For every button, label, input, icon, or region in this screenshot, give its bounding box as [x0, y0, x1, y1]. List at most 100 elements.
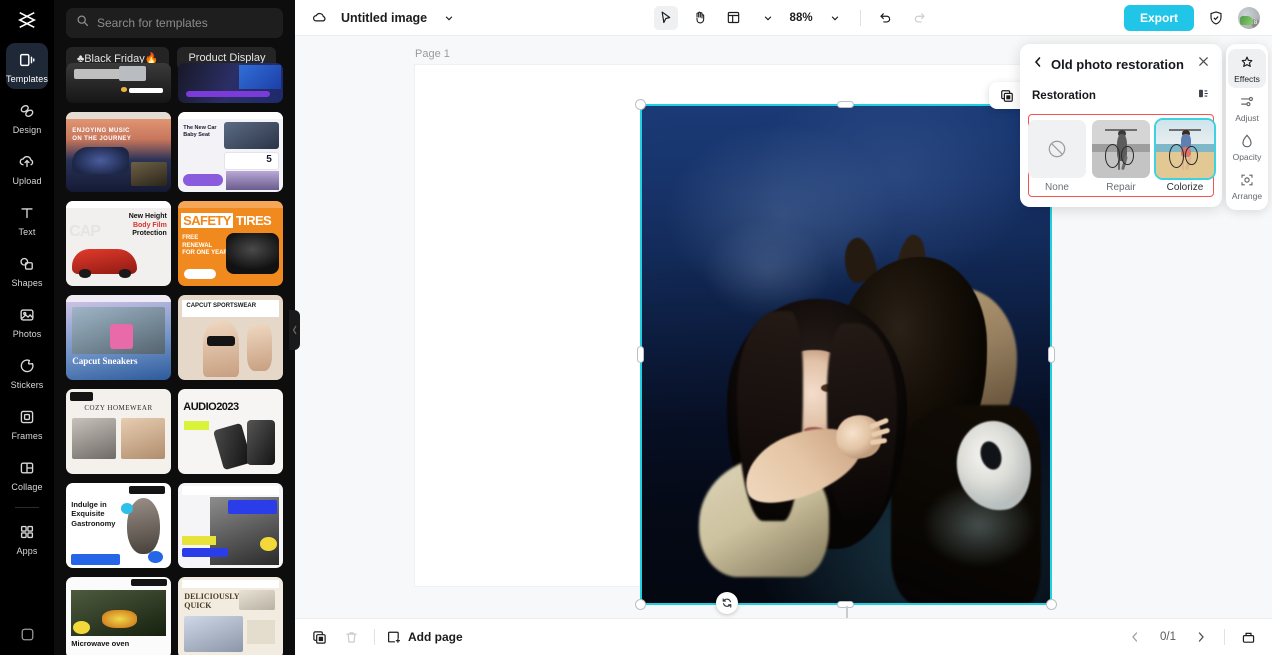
sidebar-item-shapes[interactable]: Shapes	[6, 247, 48, 293]
template-card[interactable]: The New Car Baby Seat 5	[178, 112, 283, 192]
panel-top: ♣Black Friday🔥 Product Display 🌅 Th	[54, 0, 295, 70]
sidebar-item-stickers[interactable]: Stickers	[6, 349, 48, 395]
shield-check-icon[interactable]	[1204, 6, 1228, 30]
template-card[interactable]: ENJOYING MUSIC ON THE JOURNEY	[66, 112, 171, 192]
template-card[interactable]: Microwave oven	[66, 577, 171, 655]
lower-mist	[899, 465, 1051, 585]
apps-icon	[17, 522, 37, 542]
restoration-option-none[interactable]: None	[1028, 120, 1086, 193]
tool-arrange[interactable]: Arrange	[1228, 166, 1266, 205]
cloud-save-icon[interactable]	[307, 6, 331, 30]
template-card[interactable]: Indulge in Exquisite Gastronomy	[66, 483, 171, 568]
template-card[interactable]: Capcut Sneakers	[66, 295, 171, 380]
sidebar-item-label: Text	[18, 227, 36, 237]
restoration-options-highlight: None Repair Colorize	[1028, 114, 1214, 197]
back-chevron-left-icon[interactable]	[1032, 55, 1044, 73]
compare-icon[interactable]	[1197, 87, 1210, 105]
top-toolbar: Untitled image 88% Export 8	[295, 0, 1272, 36]
cursor-select-tool[interactable]	[653, 5, 678, 30]
arrange-icon	[1241, 174, 1253, 186]
zoom-level[interactable]: 88%	[790, 12, 813, 24]
opacity-drop-icon	[1242, 134, 1252, 148]
collapse-panel-handle[interactable]	[289, 310, 300, 350]
artwork-image[interactable]	[641, 105, 1051, 604]
rotate-handle-icon[interactable]	[716, 592, 738, 614]
add-page-icon	[388, 631, 401, 643]
capcut-logo-icon[interactable]	[0, 2, 54, 38]
duplicate-icon[interactable]	[996, 85, 1018, 107]
search-input[interactable]	[97, 16, 273, 30]
export-button[interactable]: Export	[1124, 4, 1195, 31]
layout-chevron-down-icon[interactable]	[756, 6, 780, 30]
help-icon[interactable]	[0, 626, 54, 643]
sidebar-item-label: Stickers	[10, 380, 44, 390]
user-avatar[interactable]: 8	[1238, 6, 1261, 29]
delete-page-icon[interactable]	[339, 625, 363, 649]
sidebar-item-frames[interactable]: Frames	[6, 400, 48, 446]
add-page-label: Add page	[408, 630, 463, 644]
tool-adjust[interactable]: Adjust	[1228, 88, 1266, 127]
search-box[interactable]	[66, 8, 283, 38]
frames-icon	[17, 407, 37, 427]
layout-grid-tool[interactable]	[722, 6, 746, 30]
undo-button[interactable]	[874, 6, 898, 30]
adjust-sliders-icon	[1241, 96, 1253, 107]
restoration-option-repair[interactable]: Repair	[1092, 120, 1150, 193]
restoration-option-colorize[interactable]: Colorize	[1156, 120, 1214, 193]
sidebar-item-label: Upload	[12, 176, 42, 186]
restoration-section-header: Restoration	[1020, 87, 1222, 105]
tool-opacity[interactable]: Opacity	[1228, 127, 1266, 166]
template-card[interactable]: New Height Body Film Protection CAP	[66, 201, 171, 286]
template-card[interactable]: CAPCUT SPORTSWEAR	[178, 295, 283, 380]
color-photo-thumb	[1156, 120, 1214, 178]
template-card[interactable]	[178, 63, 283, 103]
template-card[interactable]: DELICIOUSLY QUICK	[178, 577, 283, 655]
document-title[interactable]: Untitled image	[341, 11, 427, 25]
right-tools-toolbar: Effects Adjust Opacity Arrange	[1226, 44, 1268, 210]
prev-page-button[interactable]	[1123, 625, 1147, 649]
template-card[interactable]	[66, 63, 171, 103]
rail-divider	[15, 507, 39, 508]
sidebar-item-collage[interactable]: Collage	[6, 451, 48, 497]
close-icon[interactable]	[1197, 55, 1210, 73]
template-card[interactable]: COZY HOMEWEAR	[66, 389, 171, 474]
panel-header: Old photo restoration	[1020, 55, 1222, 73]
pages-panel-icon[interactable]	[1236, 625, 1260, 649]
chevron-down-icon[interactable]	[437, 6, 461, 30]
redo-button[interactable]	[908, 6, 932, 30]
template-card[interactable]: SAFETY TIRES FREE RENEWAL FOR ONE YEAR	[178, 201, 283, 286]
collage-icon	[17, 458, 37, 478]
tool-label: Opacity	[1232, 152, 1262, 162]
sidebar-item-upload[interactable]: Upload	[6, 145, 48, 191]
sidebar-item-label: Frames	[11, 431, 43, 441]
sidebar-item-design[interactable]: Design	[6, 94, 48, 140]
old-photo-restoration-panel: Old photo restoration Restoration None R…	[1020, 44, 1222, 207]
sidebar-item-label: Collage	[11, 482, 43, 492]
tool-effects[interactable]: Effects	[1228, 49, 1266, 88]
zoom-chevron-down-icon[interactable]	[823, 6, 847, 30]
add-page-button[interactable]: Add page	[386, 630, 463, 645]
sidebar-item-label: Templates	[6, 74, 48, 84]
next-page-button[interactable]	[1189, 625, 1213, 649]
sidebar-item-text[interactable]: Text	[6, 196, 48, 242]
avatar-badge: 8	[1251, 18, 1261, 28]
template-card[interactable]	[178, 483, 283, 568]
tool-label: Effects	[1234, 74, 1260, 84]
stickers-icon	[17, 356, 37, 376]
toolbar-divider	[859, 9, 861, 26]
template-card[interactable]: AUDIO2023	[178, 389, 283, 474]
templates-panel: ♣Black Friday🔥 Product Display 🌅 Th ENJO…	[54, 0, 295, 655]
duplicate-page-icon[interactable]	[307, 625, 331, 649]
page-label: Page 1	[415, 48, 450, 60]
hand-pan-tool[interactable]	[688, 6, 712, 30]
sidebar-item-templates[interactable]: Templates	[6, 43, 48, 89]
text-icon	[17, 203, 37, 223]
sidebar-item-photos[interactable]: Photos	[6, 298, 48, 344]
restoration-options: None Repair Colorize	[1028, 120, 1214, 193]
option-label: None	[1045, 182, 1069, 193]
sidebar-item-apps[interactable]: Apps	[6, 515, 48, 561]
page-sheet[interactable]	[415, 65, 1057, 618]
page-indicator: 0/1	[1160, 631, 1176, 643]
section-label: Restoration	[1032, 90, 1096, 102]
bottom-toolbar: Add page 0/1	[295, 618, 1272, 655]
